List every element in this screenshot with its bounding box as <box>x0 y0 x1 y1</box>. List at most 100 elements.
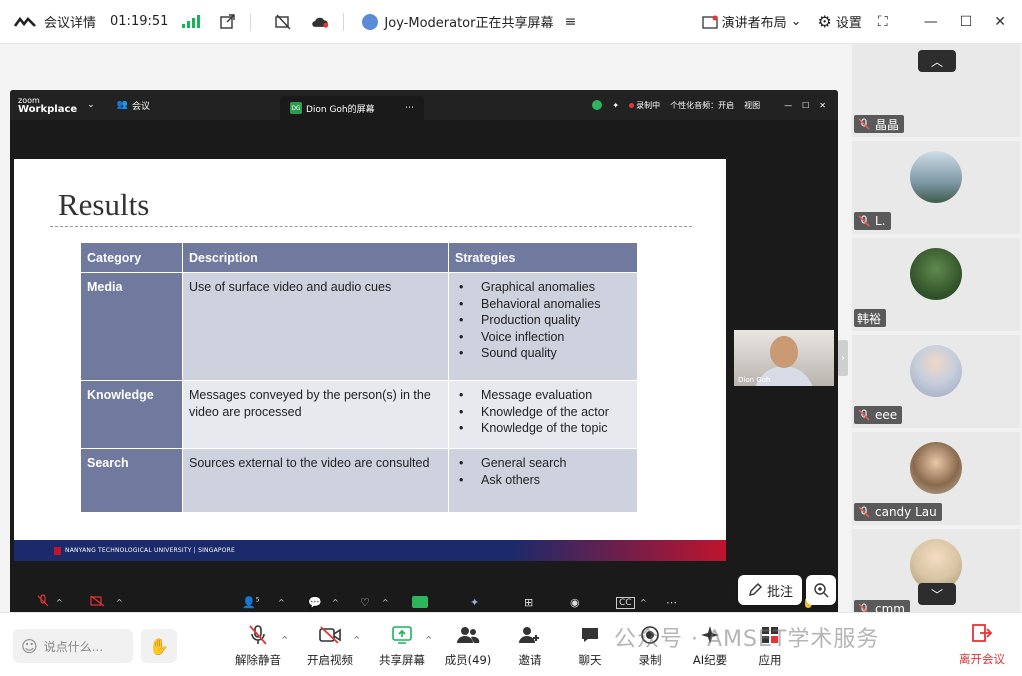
speaker-video-thumbnail[interactable]: Dion Goh <box>734 330 834 386</box>
description-cell: Use of surface video and audio cues <box>182 272 449 381</box>
zoom-in-button[interactable] <box>806 575 836 605</box>
people-icon: 👥 <box>116 100 128 110</box>
list-item: Production quality <box>455 312 631 329</box>
mic-off-icon <box>857 117 871 131</box>
chat-label: 聊天 <box>578 653 602 667</box>
video-off-icon[interactable] <box>275 13 293 31</box>
share-screen-label: 共享屏幕 <box>379 653 425 667</box>
meeting-details-button[interactable]: 会议详情 <box>44 12 96 31</box>
participant-tile[interactable]: 韩裕 <box>852 238 1020 331</box>
watermark: 公众号 · AMSET学术服务 <box>614 627 880 652</box>
zoom-screen-tab: DG Dion Goh的屏幕 ⋯ <box>279 96 424 120</box>
raise-hand-button[interactable]: ✋ <box>141 629 177 663</box>
participant-tile[interactable]: cmm <box>852 529 1020 622</box>
chevron-up-icon[interactable]: ^ <box>425 635 432 644</box>
members-icon <box>456 623 480 647</box>
more-icon: ⋯ <box>666 595 677 609</box>
ai-summary-label: AI纪要 <box>692 653 728 667</box>
signal-icon[interactable] <box>182 15 201 28</box>
presenter-layout-button[interactable]: 演讲者布局 ⌄ <box>701 12 802 31</box>
category-cell: Media <box>80 272 183 381</box>
zoom-tab-title: Dion Goh的屏幕 <box>305 104 375 115</box>
chevron-down-icon: ⌄ <box>87 100 95 110</box>
divider <box>343 12 345 31</box>
chevron-up-icon[interactable]: ^ <box>281 635 288 644</box>
list-item: Behavioral anomalies <box>455 296 631 313</box>
leave-icon <box>971 623 993 646</box>
list-item: Knowledge of the actor <box>455 404 631 421</box>
emoji-icon[interactable]: ☺ <box>21 637 38 656</box>
share-screen-button[interactable]: 共享屏幕 ^ <box>372 623 432 668</box>
participant-tile[interactable]: L. <box>852 141 1020 234</box>
strategies-list: Message evaluation Knowledge of the acto… <box>455 387 631 437</box>
table-header: Description <box>182 242 449 273</box>
annotate-button[interactable]: 批注 <box>738 575 802 605</box>
invite-button[interactable]: 邀请 <box>500 623 560 668</box>
chevron-up-icon[interactable]: ^ <box>353 635 360 644</box>
zoom-in-icon <box>814 583 829 598</box>
close-icon: ✕ <box>819 100 826 110</box>
maximize-icon[interactable]: ☐ <box>960 14 973 30</box>
audio-status: 个性化音频：开启 <box>670 100 735 110</box>
open-external-icon[interactable] <box>218 13 236 31</box>
chevron-up-icon: ^ <box>278 597 285 607</box>
strategies-list: Graphical anomalies Behavioral anomalies… <box>455 279 631 362</box>
unmute-button[interactable]: 解除静音 ^ <box>228 623 288 668</box>
list-item: Graphical anomalies <box>455 279 631 296</box>
table-row: Media Use of surface video and audio cue… <box>80 272 638 381</box>
members-button[interactable]: 成员(49) <box>438 623 498 668</box>
table-header: Strategies <box>448 242 638 273</box>
speaker-name: Dion Goh <box>738 376 771 384</box>
zoom-window-status: ✦ 录制中 个性化音频：开启 视图 — ☐ ✕ <box>592 100 838 111</box>
collapse-sidebar-handle[interactable]: › <box>838 340 848 376</box>
apps-label: 应用 <box>758 653 782 667</box>
recording-indicator: 录制中 <box>629 100 660 111</box>
category-cell: Knowledge <box>80 380 183 449</box>
video-off-icon <box>318 623 342 647</box>
chat-input[interactable]: ☺ 说点什么... <box>13 629 133 663</box>
description-cell: Messages conveyed by the person(s) in th… <box>182 380 449 449</box>
close-icon[interactable]: ✕ <box>994 14 1006 30</box>
chevron-up-icon: ^ <box>332 597 339 607</box>
list-item: Knowledge of the topic <box>455 420 631 437</box>
avatar <box>910 442 962 494</box>
participant-tile[interactable]: candy Lau <box>852 432 1020 525</box>
start-video-button[interactable]: 开启视频 ^ <box>300 623 360 668</box>
video-off-icon <box>90 595 106 610</box>
shared-zoom-window: zoom Workplace ⌄ 👥 会议 DG Dion Goh的屏幕 ⋯ ✦… <box>10 90 838 615</box>
settings-label: 设置 <box>835 16 862 31</box>
scroll-up-button[interactable]: ︿ <box>918 50 956 72</box>
strategies-cell: Message evaluation Knowledge of the acto… <box>448 380 638 449</box>
record-label: 录制 <box>638 653 662 667</box>
divider <box>250 12 252 31</box>
apps-icon: ⊞ <box>524 595 534 609</box>
strategies-cell: Graphical anomalies Behavioral anomalies… <box>448 272 638 381</box>
sharing-status[interactable]: Joy-Moderator正在共享屏幕 ≡ <box>362 12 579 31</box>
record-icon: ◉ <box>570 595 580 609</box>
raise-hand-icon: ✋ <box>149 636 169 656</box>
mic-off-icon <box>857 214 871 228</box>
chat-button[interactable]: 聊天 <box>560 623 620 668</box>
menu-lines-icon[interactable]: ≡ <box>561 13 579 31</box>
chat-icon <box>580 623 600 647</box>
participant-tile[interactable]: eee <box>852 335 1020 428</box>
leave-meeting-button[interactable]: 离开会议 <box>954 623 1010 667</box>
settings-button[interactable]: ⚙ 设置 <box>818 12 862 31</box>
participant-name: L. <box>875 214 886 228</box>
slide-divider <box>50 226 692 227</box>
university-logo-icon <box>54 546 61 555</box>
shield-icon <box>592 100 603 110</box>
shared-screen-stage: zoom Workplace ⌄ 👥 会议 DG Dion Goh的屏幕 ⋯ ✦… <box>0 44 850 615</box>
fullscreen-icon[interactable]: ⛶ <box>878 14 888 30</box>
chevron-up-icon: ^ <box>640 597 647 607</box>
meeting-toolbar: ☺ 说点什么... ✋ 解除静音 ^ 开启视频 ^ 共享屏幕 ^ 成员(49) … <box>0 612 1022 676</box>
chevron-up-icon: ^ <box>382 597 389 607</box>
cloud-icon[interactable] <box>311 13 329 31</box>
list-item: Ask others <box>455 472 631 489</box>
participant-name: candy Lau <box>875 505 937 519</box>
scroll-down-button[interactable]: ﹀ <box>918 583 956 605</box>
top-bar: 会议详情 01:19:51 Joy-Moderator正在共享屏幕 ≡ 演讲者布… <box>0 0 1022 44</box>
zoom-brand-name: Workplace <box>18 104 78 115</box>
table-header-row: Category Description Strategies <box>80 242 638 273</box>
chat-icon: 💬 <box>308 595 322 609</box>
